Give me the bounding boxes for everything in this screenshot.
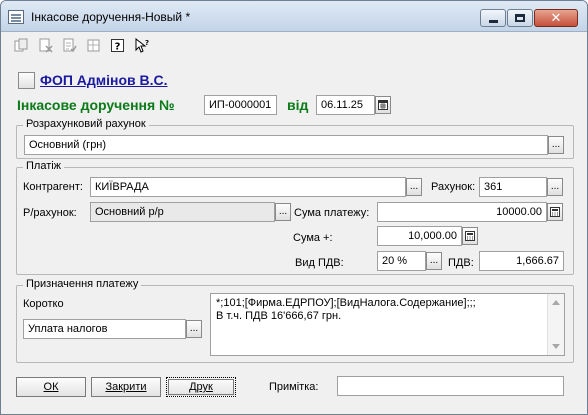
- close-button-label: Закрити: [105, 381, 147, 393]
- calendar-button[interactable]: [375, 96, 391, 114]
- post-doc-icon[interactable]: [61, 37, 78, 54]
- organization-link[interactable]: ФОП Адмінов В.С.: [40, 72, 168, 88]
- whats-this-icon[interactable]: ?: [133, 37, 150, 54]
- document-number-input[interactable]: ИП-0000001: [204, 95, 277, 115]
- app-icon: [8, 10, 24, 24]
- invoice-select-button[interactable]: ...: [547, 178, 563, 196]
- account-input[interactable]: Основний р/р: [90, 202, 275, 222]
- counterparty-select-button[interactable]: ...: [406, 178, 422, 196]
- scroll-down-icon[interactable]: [552, 344, 560, 349]
- document-window: Інкасове доручення-Новый * ✕ ? ? ФОП Адм…: [0, 0, 588, 415]
- vat-input[interactable]: 1,666.67: [479, 251, 564, 271]
- counterparty-input[interactable]: КИЇВРАДА: [90, 177, 406, 197]
- svg-text:?: ?: [145, 39, 149, 47]
- help-glyph: ?: [115, 42, 121, 53]
- copy-doc-icon[interactable]: [13, 37, 30, 54]
- delete-doc-icon[interactable]: [37, 37, 54, 54]
- scroll-up-icon[interactable]: [552, 300, 560, 305]
- organization-select-button[interactable]: [18, 72, 35, 89]
- ok-button-label: ОК: [43, 381, 59, 393]
- title-bar[interactable]: Інкасове доручення-Новый * ✕: [1, 1, 587, 32]
- print-button[interactable]: Друк: [166, 377, 236, 397]
- purpose-scrollbar[interactable]: [547, 294, 564, 355]
- close-icon: ✕: [550, 10, 562, 26]
- vat-type-label: Вид ПДВ:: [295, 257, 344, 269]
- vat-label: ПДВ:: [448, 257, 474, 269]
- payment-sum-calculator-button[interactable]: [547, 203, 563, 221]
- help-icon[interactable]: ?: [109, 37, 126, 54]
- ok-button[interactable]: ОК: [16, 377, 86, 397]
- payment-sum-input[interactable]: 10000.00: [377, 202, 547, 222]
- calendar-icon: [378, 100, 388, 110]
- payment-sum-label: Сума платежу:: [294, 207, 370, 219]
- short-purpose-input[interactable]: Уплата налогов: [23, 319, 186, 339]
- note-label: Примітка:: [269, 381, 319, 393]
- toolbar: ? ?: [13, 37, 150, 55]
- settlement-account-group-label: Розрахунковий рахунок: [23, 118, 149, 130]
- unpost-doc-icon[interactable]: [85, 37, 102, 54]
- maximize-icon: [515, 14, 525, 22]
- maximize-button[interactable]: [507, 9, 533, 27]
- vat-type-select-button[interactable]: ...: [426, 252, 442, 270]
- invoice-input[interactable]: 361: [479, 177, 547, 197]
- purpose-text-line: *;101;[Фирма.ЕДРПОУ];[ВидНалога.Содержан…: [216, 297, 476, 309]
- minimize-button[interactable]: [480, 9, 506, 27]
- counterparty-label: Контрагент:: [23, 181, 83, 193]
- close-window-button[interactable]: ✕: [534, 9, 578, 27]
- purpose-text-line: В т.ч. ПДВ 16'666,67 грн.: [216, 310, 342, 322]
- document-title: Інкасове доручення №: [17, 97, 175, 113]
- payment-group-label: Платіж: [23, 160, 65, 172]
- account-label: Р/рахунок:: [23, 207, 77, 219]
- date-from-label: від: [287, 97, 309, 113]
- window-title: Інкасове доручення-Новый *: [31, 10, 191, 24]
- account-select-button[interactable]: ...: [275, 203, 291, 221]
- calculator-icon: [465, 231, 475, 241]
- short-purpose-label: Коротко: [23, 298, 64, 310]
- close-button[interactable]: Закрити: [91, 377, 161, 397]
- short-purpose-select-button[interactable]: ...: [186, 320, 202, 338]
- minimize-icon: [488, 19, 498, 23]
- settlement-account-select-button[interactable]: ...: [548, 136, 564, 154]
- settlement-account-input[interactable]: Основний (грн): [24, 135, 548, 155]
- print-button-label: Друк: [189, 381, 213, 393]
- sum-plus-calculator-button[interactable]: [462, 227, 478, 245]
- vat-type-input[interactable]: 20 %: [377, 251, 426, 271]
- note-input[interactable]: [337, 376, 564, 396]
- payment-purpose-textarea[interactable]: *;101;[Фирма.ЕДРПОУ];[ВидНалога.Содержан…: [210, 293, 565, 356]
- document-date-input[interactable]: 06.11.25: [316, 95, 375, 115]
- payment-purpose-group-label: Призначення платежу: [23, 278, 142, 290]
- invoice-label: Рахунок:: [431, 181, 476, 193]
- calculator-icon: [550, 207, 560, 217]
- sum-plus-label: Сума +:: [293, 232, 333, 244]
- sum-plus-input[interactable]: 10,000.00: [377, 226, 462, 246]
